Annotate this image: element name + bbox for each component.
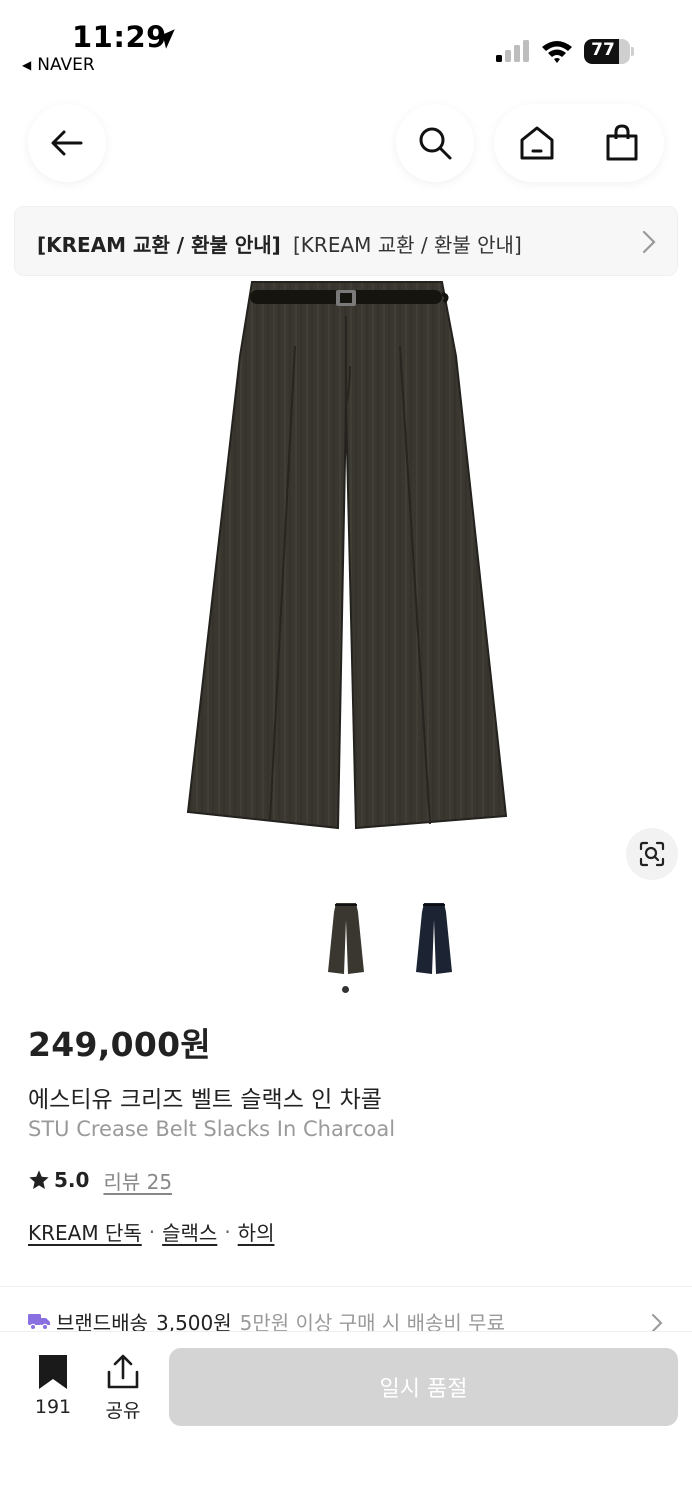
category-link-slacks[interactable]: 슬랙스	[162, 1217, 217, 1246]
wifi-icon	[542, 41, 572, 63]
rating-score: 5.0	[54, 1168, 90, 1192]
bookmark-icon	[39, 1355, 67, 1389]
thumbnail-charcoal[interactable]	[316, 898, 376, 978]
bookmark-count: 191	[34, 1396, 72, 1418]
share-label: 공유	[105, 1400, 141, 1422]
thumbnail-image	[328, 903, 364, 974]
category-separator: ·	[148, 1219, 156, 1244]
category-breadcrumb: KREAM 단독 · 슬랙스 · 하의	[28, 1217, 274, 1246]
section-divider	[0, 1286, 692, 1287]
back-to-app[interactable]: ◀ NAVER	[22, 55, 95, 75]
star-icon	[29, 1170, 49, 1189]
location-arrow-icon	[155, 29, 175, 49]
lens-search-icon	[639, 841, 665, 867]
notice-banner[interactable]: [KREAM 교환 / 환불 안내] [KREAM 교환 / 환불 안내]	[14, 206, 678, 276]
delivery-truck-icon	[28, 1314, 50, 1330]
home-icon	[520, 126, 553, 160]
share-button[interactable]: 공유	[100, 1354, 146, 1423]
product-price: 249,000원	[28, 1025, 212, 1064]
sold-out-button[interactable]: 일시 품절	[169, 1348, 678, 1426]
chevron-right-icon	[652, 1314, 663, 1332]
back-app-label: NAVER	[37, 55, 95, 75]
carousel-indicator	[342, 986, 349, 993]
cellular-signal-icon	[496, 40, 529, 62]
share-icon	[107, 1354, 139, 1389]
reviews-link[interactable]: 리뷰 25	[103, 1166, 172, 1195]
arrow-left-icon	[51, 130, 83, 156]
thumbnail-navy[interactable]	[404, 898, 464, 978]
image-search-button[interactable]	[626, 828, 678, 880]
cart-button[interactable]	[579, 104, 664, 182]
category-separator: ·	[224, 1219, 231, 1244]
home-button[interactable]	[494, 104, 579, 182]
chevron-right-icon	[642, 230, 656, 254]
search-button[interactable]	[396, 104, 474, 182]
battery-percent: 77	[591, 40, 615, 60]
thumbnail-image	[416, 903, 452, 974]
search-icon	[419, 127, 452, 160]
category-link-exclusive[interactable]: KREAM 단독	[28, 1217, 142, 1246]
status-bar: 11:29 ◀ NAVER 77	[0, 0, 692, 90]
product-name-en: STU Crease Belt Slacks In Charcoal	[28, 1117, 396, 1141]
rating-row: 5.0 리뷰 25	[28, 1165, 172, 1195]
back-button[interactable]	[28, 104, 106, 182]
shopping-bag-icon	[606, 124, 637, 161]
notice-title: [KREAM 교환 / 환불 안내]	[37, 233, 281, 257]
battery-indicator: 77	[584, 39, 634, 64]
back-triangle-icon: ◀	[22, 58, 32, 72]
product-name-ko: 에스티유 크리즈 벨트 슬랙스 인 차콜	[28, 1087, 382, 1113]
header-actions	[494, 104, 664, 182]
bookmark-button[interactable]: 191	[30, 1354, 76, 1418]
notice-text: [KREAM 교환 / 환불 안내]	[293, 233, 522, 257]
category-link-bottoms[interactable]: 하의	[238, 1217, 275, 1246]
product-image[interactable]	[150, 276, 542, 836]
